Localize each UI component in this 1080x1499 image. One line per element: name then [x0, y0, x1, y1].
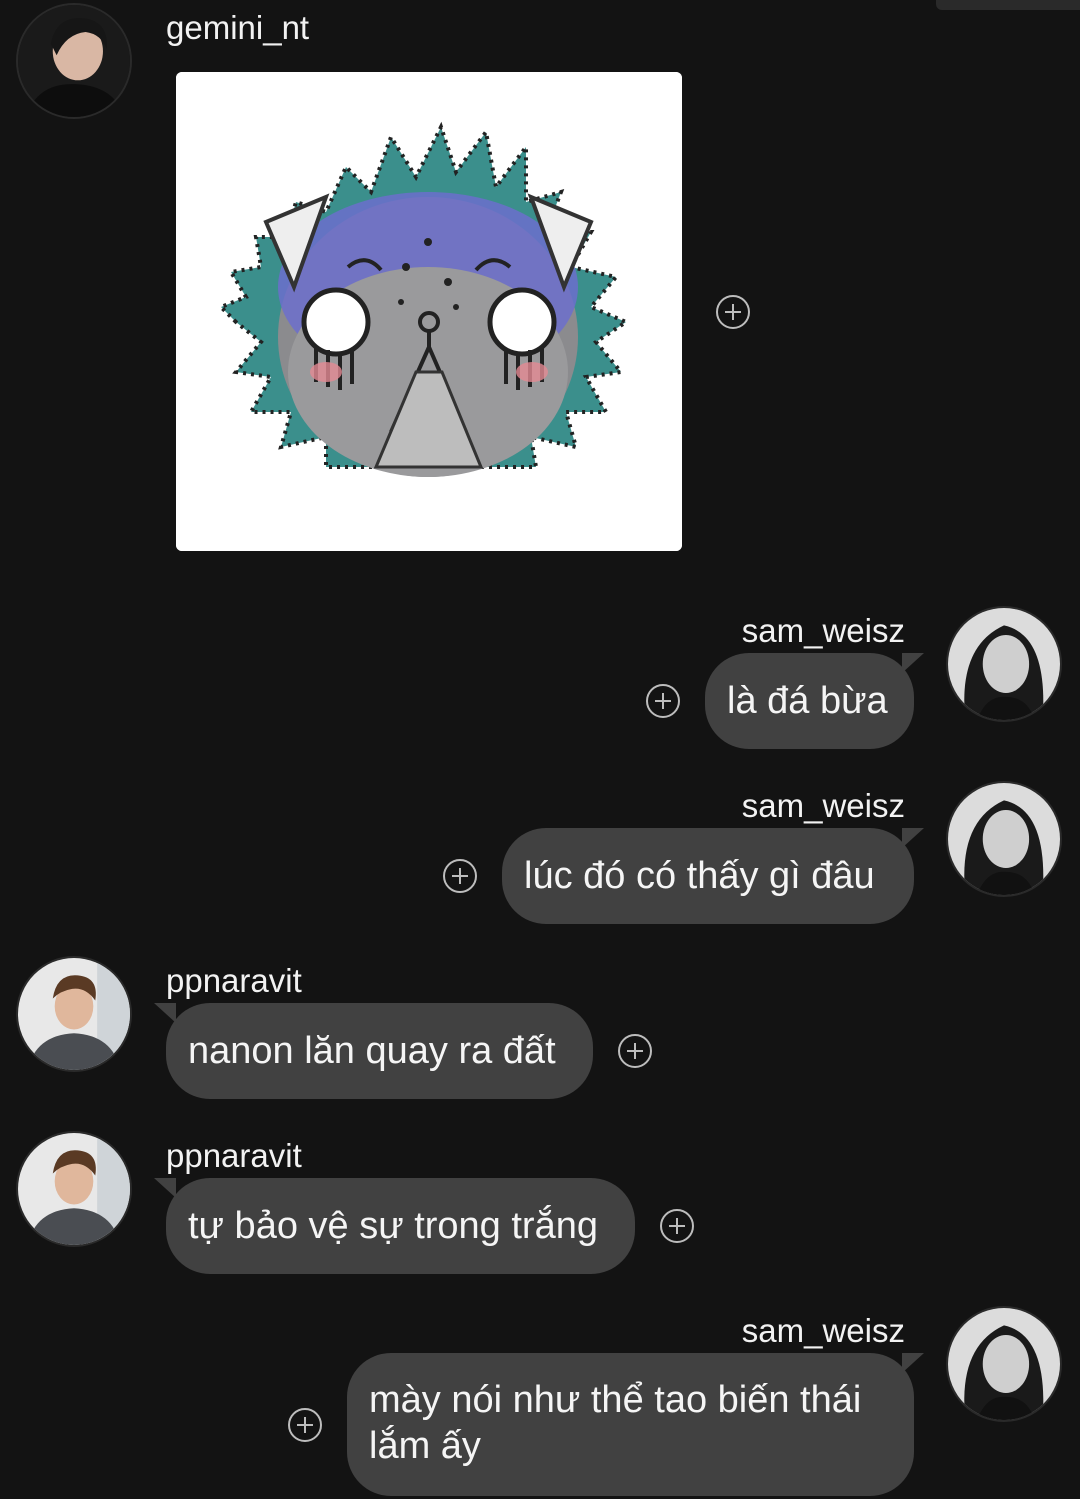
add-reaction-icon[interactable]: [660, 1209, 694, 1243]
add-reaction-icon[interactable]: [288, 1408, 322, 1442]
message-bubble[interactable]: tự bảo vệ sự trong trắng: [166, 1178, 635, 1274]
message-bubble[interactable]: mày nói như thể tao biến thái lắm ấy: [347, 1353, 914, 1496]
message-bubble[interactable]: nanon lăn quay ra đất: [166, 1003, 593, 1099]
add-reaction-icon[interactable]: [646, 684, 680, 718]
bubble-tail: [154, 1178, 176, 1198]
avatar-sam-weisz[interactable]: [946, 606, 1062, 722]
avatar-sam-weisz[interactable]: [946, 1306, 1062, 1422]
message-bubble[interactable]: là đá bừa: [705, 653, 914, 749]
crying-cat-lion-sticker-icon: [176, 72, 682, 551]
avatar-ppnaravit[interactable]: [16, 956, 132, 1072]
sender-name: ppnaravit: [166, 1137, 302, 1174]
avatar-gemini-nt[interactable]: [16, 3, 132, 119]
top-menu-chip: [936, 0, 1080, 10]
sticker-message[interactable]: [176, 72, 682, 551]
sender-name: sam_weisz: [741, 787, 905, 824]
add-reaction-icon[interactable]: [618, 1034, 652, 1068]
avatar-ppnaravit[interactable]: [16, 1131, 132, 1247]
message-bubble[interactable]: lúc đó có thấy gì đâu: [502, 828, 914, 924]
add-reaction-icon[interactable]: [443, 859, 477, 893]
add-reaction-icon[interactable]: [716, 295, 750, 329]
bubble-tail: [154, 1003, 176, 1023]
avatar-sam-weisz[interactable]: [946, 781, 1062, 897]
sender-name: sam_weisz: [741, 612, 905, 649]
sender-name: ppnaravit: [166, 962, 302, 999]
sender-name: gemini_nt: [166, 9, 310, 46]
sender-name: sam_weisz: [741, 1312, 905, 1349]
